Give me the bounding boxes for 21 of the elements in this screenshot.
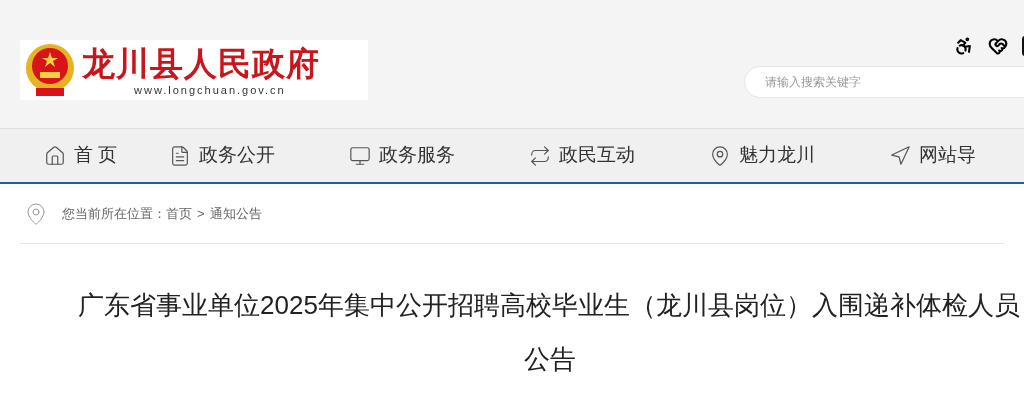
monitor-icon [349,144,372,167]
breadcrumb-link[interactable]: 首页 [166,203,192,224]
article-title: 公告 [524,344,576,374]
breadcrumb-separator: > [197,204,205,223]
nav-item[interactable]: 魅力龙川 [709,141,816,170]
nav-item[interactable]: 政务服务 [349,141,456,170]
home-icon [44,144,66,167]
breadcrumb-label: 您当前所在位置： [62,204,166,223]
swap-icon [529,144,552,167]
nav-item[interactable]: 网站导 [889,141,977,170]
article-title: 广东省事业单位2025年集中公开招聘高校毕业生（龙川县岗位）入围递补体检人员 [78,290,1021,320]
nav-item[interactable]: 首 页 [44,141,118,170]
navigation-icon [889,144,912,167]
nav-item[interactable]: 政务公开 [169,141,276,170]
nav-item[interactable]: 政民互动 [529,141,636,170]
search-field[interactable]: 请输入搜索关键字 [744,66,1024,98]
logo-url: www.longchuan.gov.cn [134,84,287,96]
accessibility-icon[interactable] [954,36,974,56]
logo-title: 龙川县人民政府 [82,44,320,84]
breadcrumb-link[interactable]: 通知公告 [209,203,262,224]
location-icon [24,201,48,226]
